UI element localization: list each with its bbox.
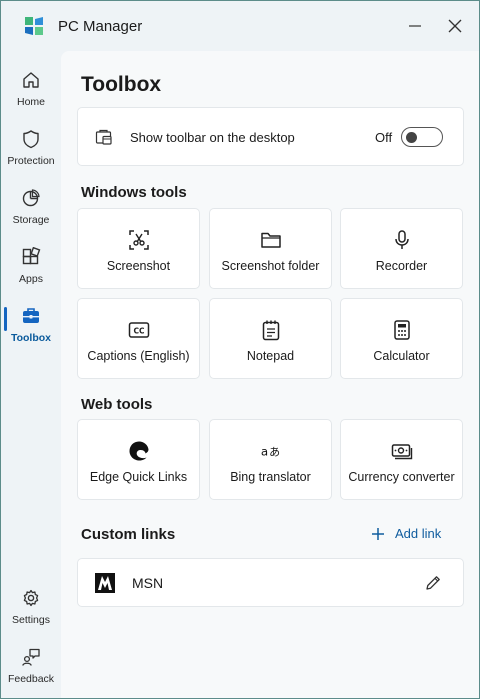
sidebar-item-label: Storage bbox=[12, 214, 50, 226]
main-content: Toolbox Show toolbar on the desktop Off … bbox=[61, 51, 479, 698]
toolbar-toggle-state: Off bbox=[375, 130, 393, 145]
minimize-icon bbox=[409, 25, 421, 27]
sidebar-item-protection[interactable]: Protection bbox=[3, 122, 59, 176]
calculator-icon bbox=[391, 319, 413, 341]
custom-links-title: Custom links bbox=[81, 526, 176, 543]
tool-bing-translator[interactable]: aあ Bing translator bbox=[209, 419, 332, 500]
msn-logo bbox=[95, 573, 115, 593]
sidebar-item-label: Toolbox bbox=[10, 332, 52, 344]
toolbar-setting-card: Show toolbar on the desktop Off bbox=[77, 107, 464, 166]
sidebar-item-settings[interactable]: Settings bbox=[3, 581, 59, 635]
sidebar-item-label: Apps bbox=[19, 273, 43, 285]
tool-label: Edge Quick Links bbox=[89, 470, 188, 484]
windows-tools-title: Windows tools bbox=[81, 184, 187, 201]
toolbar-setting-label: Show toolbar on the desktop bbox=[130, 130, 295, 145]
tool-screenshot-folder[interactable]: Screenshot folder bbox=[209, 208, 332, 289]
tool-label: Calculator bbox=[373, 349, 430, 363]
sidebar-item-label: Settings bbox=[12, 614, 50, 626]
sidebar-item-label: Home bbox=[16, 96, 45, 108]
tool-screenshot[interactable]: Screenshot bbox=[77, 208, 200, 289]
tool-edge-quick-links[interactable]: Edge Quick Links bbox=[77, 419, 200, 500]
sidebar-item-label: Feedback bbox=[7, 673, 55, 685]
tool-currency-converter[interactable]: Currency converter bbox=[340, 419, 463, 500]
add-link-label: Add link bbox=[395, 526, 442, 541]
tool-label: Recorder bbox=[375, 259, 428, 273]
pie-chart-icon bbox=[20, 187, 42, 209]
microphone-icon bbox=[391, 229, 413, 251]
app-title: PC Manager bbox=[58, 18, 143, 35]
edge-icon bbox=[128, 440, 150, 462]
apps-icon bbox=[20, 246, 42, 268]
tool-label: Screenshot bbox=[106, 259, 171, 273]
plus-icon bbox=[372, 527, 384, 540]
sidebar-item-toolbox[interactable]: Toolbox bbox=[3, 299, 59, 353]
tool-calculator[interactable]: Calculator bbox=[340, 298, 463, 379]
tool-recorder[interactable]: Recorder bbox=[340, 208, 463, 289]
toolbox-icon bbox=[20, 305, 42, 327]
custom-link-label: MSN bbox=[132, 575, 164, 591]
close-button[interactable] bbox=[444, 15, 466, 37]
folder-icon bbox=[260, 229, 282, 251]
tool-label: Bing translator bbox=[230, 470, 311, 484]
app-window: PC Manager Home Protection Storage Apps … bbox=[0, 0, 480, 699]
tool-label: Captions (English) bbox=[87, 349, 190, 363]
tool-label: Notepad bbox=[246, 349, 295, 363]
notepad-icon bbox=[260, 319, 282, 341]
currency-icon bbox=[391, 440, 413, 462]
sidebar-item-feedback[interactable]: Feedback bbox=[3, 640, 59, 694]
sidebar-item-storage[interactable]: Storage bbox=[3, 181, 59, 235]
add-link-button[interactable]: Add link bbox=[371, 526, 441, 541]
pc-manager-logo-icon bbox=[25, 17, 43, 35]
web-tools-title: Web tools bbox=[81, 396, 153, 413]
screenshot-icon bbox=[128, 229, 150, 251]
page-title: Toolbox bbox=[81, 73, 162, 96]
svg-text:あ: あ bbox=[269, 446, 280, 459]
translator-icon: aあ bbox=[260, 440, 282, 462]
edit-icon[interactable] bbox=[424, 574, 442, 592]
minimize-button[interactable] bbox=[404, 15, 426, 37]
feedback-icon bbox=[20, 646, 42, 668]
desktop-toolbar-icon bbox=[95, 129, 112, 145]
shield-icon bbox=[20, 128, 42, 150]
captions-icon: CC bbox=[128, 319, 150, 341]
tool-captions[interactable]: CC Captions (English) bbox=[77, 298, 200, 379]
custom-link-msn[interactable]: MSN bbox=[77, 558, 464, 607]
tool-notepad[interactable]: Notepad bbox=[209, 298, 332, 379]
sidebar-item-apps[interactable]: Apps bbox=[3, 240, 59, 294]
home-icon bbox=[20, 69, 42, 91]
svg-text:a: a bbox=[261, 445, 268, 459]
gear-icon bbox=[20, 587, 42, 609]
sidebar-item-label: Protection bbox=[7, 155, 55, 167]
toolbar-toggle[interactable] bbox=[401, 127, 443, 147]
close-icon bbox=[448, 19, 462, 33]
tool-label: Currency converter bbox=[348, 470, 455, 484]
sidebar-item-home[interactable]: Home bbox=[3, 63, 59, 117]
title-bar: PC Manager bbox=[1, 1, 479, 51]
toggle-knob bbox=[406, 131, 417, 143]
tool-label: Screenshot folder bbox=[221, 259, 320, 273]
sidebar: Home Protection Storage Apps Toolbox Set… bbox=[1, 51, 61, 698]
svg-text:CC: CC bbox=[133, 327, 145, 336]
